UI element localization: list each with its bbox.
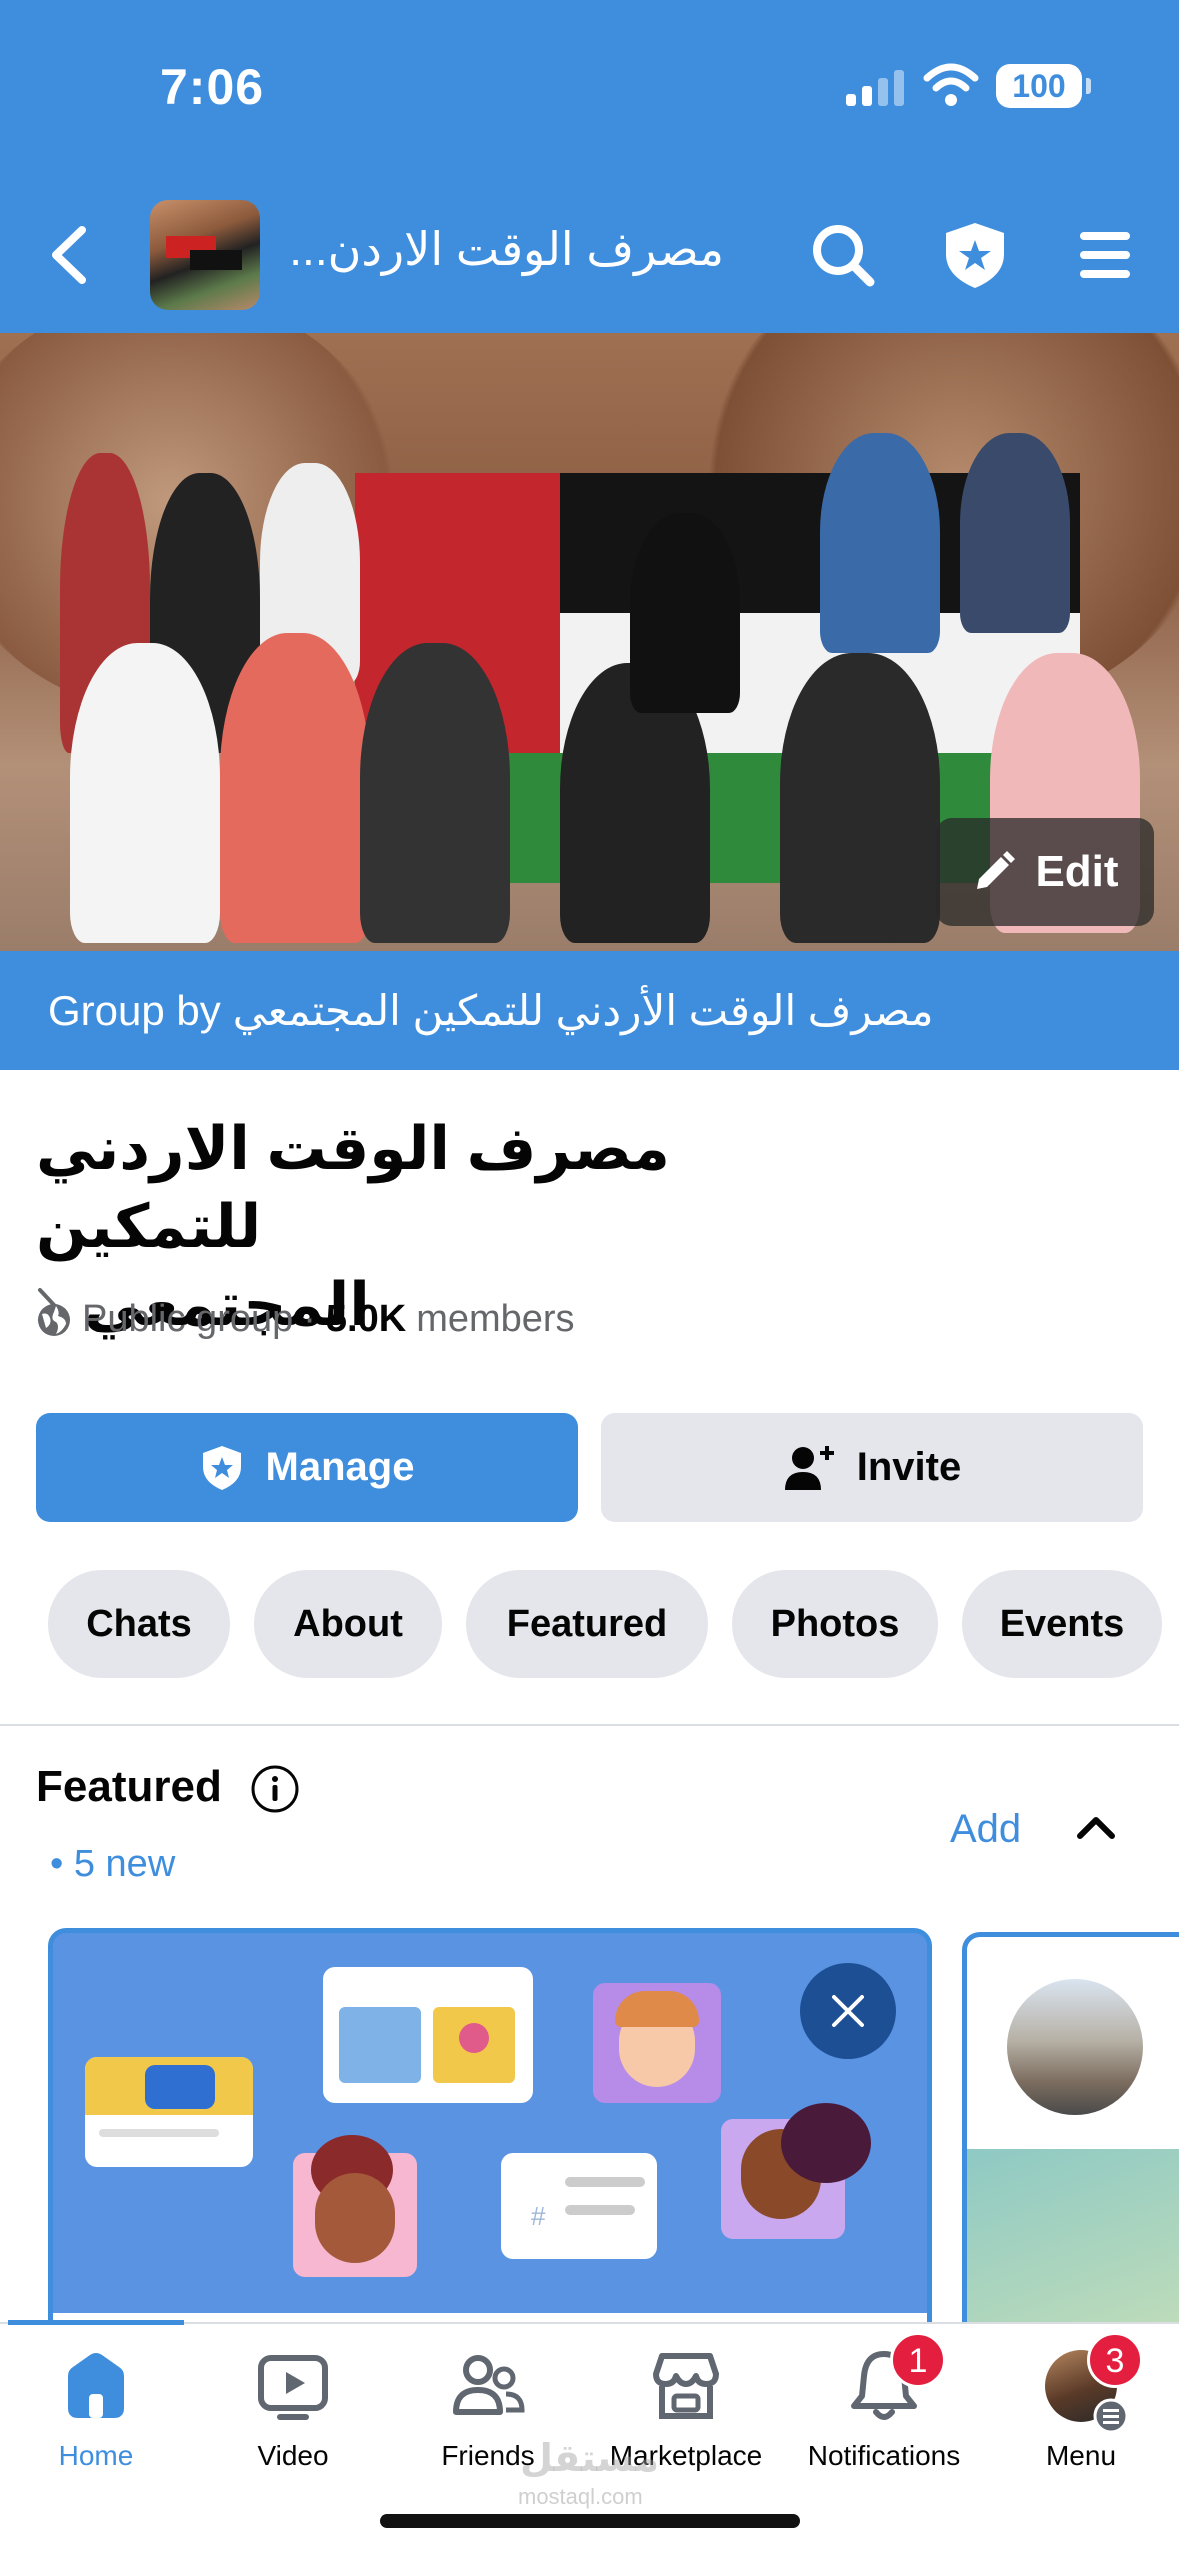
nav-notifications-label: Notifications xyxy=(807,2440,961,2471)
dismiss-card-button[interactable] xyxy=(800,1963,896,2059)
status-time: 7:06 xyxy=(160,59,265,115)
group-tabs: Chats About Featured Photos Events xyxy=(48,1570,1162,1678)
invite-button[interactable]: Invite xyxy=(601,1413,1143,1522)
illustration-card: # xyxy=(501,2153,657,2259)
nav-notifications[interactable]: 1 Notifications xyxy=(786,2332,982,2472)
close-icon xyxy=(832,1995,864,2027)
member-count: 5.0K xyxy=(325,1298,407,1340)
shield-icon xyxy=(202,1445,241,1490)
active-tab-indicator xyxy=(8,2320,184,2325)
tab-chats[interactable]: Chats xyxy=(48,1570,230,1678)
friends-icon xyxy=(453,2355,525,2415)
pencil-icon xyxy=(977,851,1016,889)
video-icon xyxy=(258,2355,328,2420)
manage-button[interactable]: Manage xyxy=(36,1413,578,1522)
nav-home-label: Home xyxy=(58,2440,134,2471)
members-label: members xyxy=(416,1298,575,1340)
menu-badge: 3 xyxy=(1087,2332,1143,2388)
nav-menu[interactable]: 3 Menu xyxy=(983,2332,1179,2472)
meta-separator: · xyxy=(303,1298,316,1340)
nav-video-label: Video xyxy=(257,2440,329,2471)
home-icon xyxy=(68,2353,124,2418)
group-by-banner[interactable]: Group by مصرف الوقت الأردني للتمكين المج… xyxy=(0,951,1179,1070)
wifi-icon xyxy=(923,63,979,106)
new-posts-badge: • 5 new xyxy=(50,1843,176,1885)
featured-title: Featured xyxy=(36,1762,222,1811)
nav-video[interactable]: Video xyxy=(195,2346,391,2472)
add-person-icon xyxy=(784,1445,834,1490)
manage-label: Manage xyxy=(265,1445,415,1489)
privacy-label: Public group xyxy=(82,1298,294,1340)
menu-lines-icon xyxy=(1093,2398,1129,2434)
notifications-badge: 1 xyxy=(890,2332,946,2388)
watermark-logo: مستقل xyxy=(520,2438,659,2480)
globe-icon xyxy=(38,1303,70,1336)
cellular-signal-icon xyxy=(846,68,906,106)
group-by-prefix: Group by xyxy=(48,986,221,1034)
invite-label: Invite xyxy=(856,1445,962,1489)
home-indicator xyxy=(380,2514,800,2528)
nav-home[interactable]: Home xyxy=(0,2346,194,2472)
marketplace-icon xyxy=(653,2353,719,2419)
add-featured-link[interactable]: Add xyxy=(950,1807,1021,1852)
illustration-card xyxy=(323,1967,533,2103)
admin-shield-icon[interactable] xyxy=(940,220,1010,290)
tab-events[interactable]: Events xyxy=(962,1570,1162,1678)
edit-cover-button[interactable]: Edit xyxy=(936,818,1154,926)
illustration-avatar xyxy=(293,2135,417,2277)
back-arrow-icon[interactable] xyxy=(46,222,92,288)
chevron-up-icon[interactable] xyxy=(1076,1812,1116,1842)
featured-post-card[interactable] xyxy=(962,1932,1179,2352)
info-icon[interactable] xyxy=(250,1764,300,1814)
group-thumbnail[interactable] xyxy=(150,200,260,310)
tab-featured[interactable]: Featured xyxy=(466,1570,708,1678)
battery-indicator: 100 xyxy=(996,64,1091,108)
group-by-owner: مصرف الوقت الأردني للتمكين المجتمعي xyxy=(232,987,934,1034)
header-title: مصرف الوقت الاردن... xyxy=(289,223,724,275)
illustration-card xyxy=(85,2057,253,2167)
group-meta: Public group · 5.0K members xyxy=(36,1298,575,1341)
watermark-domain: mostaql.com xyxy=(518,2484,643,2509)
illustration-avatar xyxy=(593,1983,721,2103)
illustration-avatar xyxy=(721,2103,871,2239)
author-avatar xyxy=(1007,1979,1143,2115)
search-icon[interactable] xyxy=(808,220,878,290)
tab-about[interactable]: About xyxy=(254,1570,442,1678)
edit-label: Edit xyxy=(1035,847,1119,896)
group-name-line1: مصرف الوقت الاردني للتمكين xyxy=(36,1115,670,1260)
hamburger-menu-icon[interactable] xyxy=(1072,220,1142,290)
section-divider xyxy=(0,1724,1179,1726)
nav-menu-label: Menu xyxy=(1045,2440,1117,2471)
tab-photos[interactable]: Photos xyxy=(732,1570,938,1678)
